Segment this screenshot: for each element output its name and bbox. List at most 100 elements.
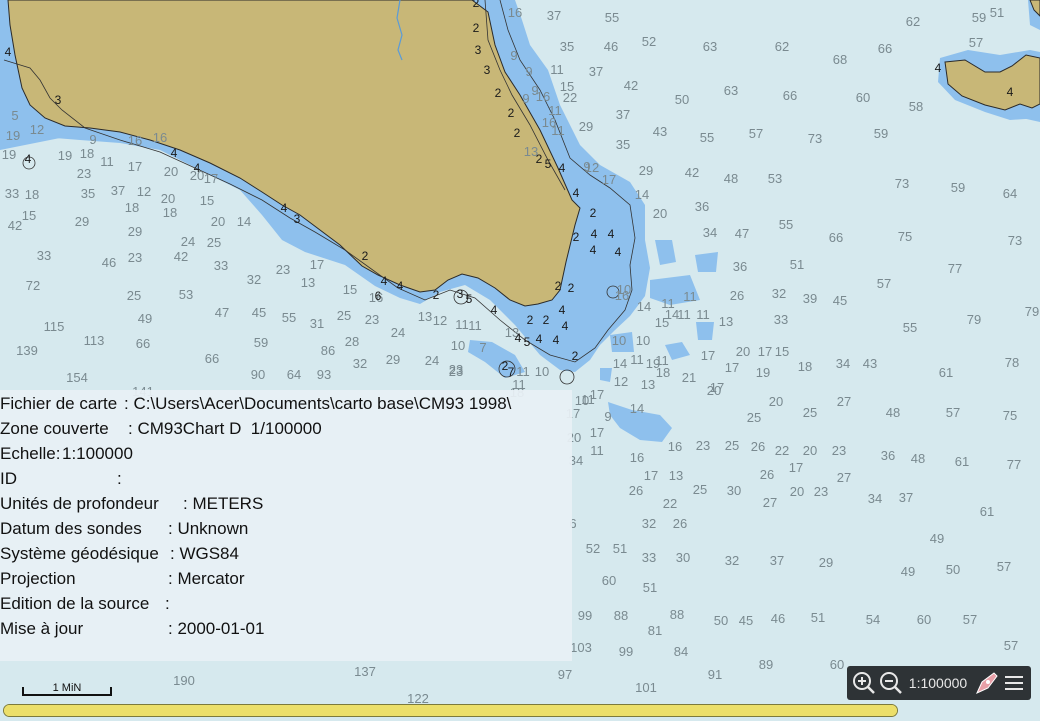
sounding-label: 18 — [25, 187, 39, 202]
sounding-label: 75 — [898, 229, 912, 244]
sounding-label: 5 — [11, 108, 18, 123]
sounding-label: 14 — [630, 401, 644, 416]
sounding-label: 7 — [479, 340, 486, 355]
sounding-label: 23 — [365, 312, 379, 327]
sounding-label: 46 — [102, 255, 116, 270]
sounding-label: 57 — [877, 276, 891, 291]
contour-depth-label: 2 — [536, 152, 543, 166]
sounding-label: 32 — [247, 272, 261, 287]
contour-depth-label: 4 — [608, 227, 615, 241]
sounding-label: 14 — [613, 356, 627, 371]
scale-readout[interactable]: 1:100000 — [905, 675, 973, 691]
chart-info-value: : Unknown — [168, 519, 249, 538]
sounding-label: 77 — [948, 261, 962, 276]
contour-depth-label: 4 — [935, 61, 942, 75]
sounding-label: 43 — [863, 356, 877, 371]
contour-depth-label: 2 — [572, 349, 579, 363]
sounding-label: 17 — [789, 460, 803, 475]
ship-icon — [975, 672, 998, 695]
sounding-label: 55 — [605, 10, 619, 25]
scale-bar-label: 1 MiN — [52, 682, 82, 694]
sounding-label: 42 — [174, 249, 188, 264]
sounding-label: 11 — [550, 62, 564, 77]
contour-depth-label: 2 — [473, 0, 480, 10]
contour-depth-label: 2 — [514, 126, 521, 140]
contour-depth-label: 4 — [573, 186, 580, 200]
sounding-label: 16 — [630, 450, 644, 465]
sounding-label: 14 — [237, 214, 251, 229]
sounding-label: 17 — [602, 172, 616, 187]
contour-depth-label: 4 — [397, 279, 404, 293]
chart-info-row: Unités de profondeur: METERS — [0, 491, 572, 516]
sounding-label: 13 — [301, 275, 315, 290]
sounding-label: 59 — [951, 180, 965, 195]
sounding-label: 89 — [759, 657, 773, 672]
sounding-label: 45 — [833, 293, 847, 308]
contour-depth-label: 4 — [194, 161, 201, 175]
menu-button[interactable] — [1000, 669, 1027, 697]
sounding-label: 57 — [969, 35, 983, 50]
sounding-label: 17 — [758, 344, 772, 359]
sounding-label: 24 — [391, 325, 405, 340]
sounding-label: 13 — [669, 468, 683, 483]
sounding-label: 25 — [693, 482, 707, 497]
chart-info-key: Unités de profondeur — [0, 494, 159, 513]
sounding-label: 49 — [901, 564, 915, 579]
zoom-in-button[interactable] — [851, 669, 878, 697]
contour-depth-label: 7 — [508, 365, 515, 379]
sounding-label: 34 — [868, 491, 882, 506]
chart-info-key: Fichier de carte — [0, 394, 118, 413]
sounding-label: 33 — [774, 312, 788, 327]
sounding-label: 99 — [578, 608, 592, 623]
sounding-label: 15 — [22, 208, 36, 223]
sounding-label: 39 — [803, 291, 817, 306]
contour-depth-label: 5 — [545, 157, 552, 171]
chart-info-key: Système géodésique — [0, 544, 159, 563]
sounding-label: 27 — [763, 495, 777, 510]
sounding-label: 29 — [386, 352, 400, 367]
sounding-label: 33 — [214, 258, 228, 273]
sounding-label: 53 — [768, 171, 782, 186]
sounding-label: 11 — [551, 123, 565, 138]
sounding-label: 72 — [26, 278, 40, 293]
shallow-water-patch-5 — [695, 252, 718, 272]
chart-info-row: Mise à jour: 2000-01-01 — [0, 616, 572, 641]
sounding-label: 25 — [207, 235, 221, 250]
sounding-label: 13 — [418, 309, 432, 324]
tracking-button[interactable] — [973, 669, 1000, 697]
contour-depth-label: 6 — [375, 289, 382, 303]
chart-toolbar: 1:100000 — [847, 666, 1031, 700]
chart-info-key: Echelle: — [0, 444, 61, 463]
sounding-label: 32 — [642, 516, 656, 531]
shallow-water-patch-8 — [600, 368, 612, 382]
sounding-label: 101 — [635, 680, 657, 695]
sounding-label: 23 — [128, 250, 142, 265]
contour-depth-label: 2 — [362, 249, 369, 263]
sounding-label: 137 — [354, 664, 376, 679]
scale-bar: 1 MiN — [22, 682, 112, 696]
sounding-label: 11 — [661, 296, 675, 311]
sounding-label: 32 — [353, 356, 367, 371]
chart-info-value: : CM93Chart D 1/100000 — [128, 419, 322, 438]
contour-depth-label: 4 — [615, 245, 622, 259]
sounding-label: 29 — [579, 119, 593, 134]
sounding-label: 79 — [1025, 304, 1039, 319]
sounding-label: 25 — [803, 405, 817, 420]
sounding-label: 27 — [837, 470, 851, 485]
sounding-label: 23 — [77, 166, 91, 181]
sounding-label: 23 — [814, 484, 828, 499]
sounding-label: 99 — [619, 644, 633, 659]
sounding-label: 9 — [89, 132, 96, 147]
sounding-label: 16 — [128, 133, 142, 148]
sounding-label: 51 — [643, 580, 657, 595]
contour-depth-label: 4 — [553, 333, 560, 347]
zoom-out-button[interactable] — [878, 669, 905, 697]
sounding-label: 59 — [972, 10, 986, 25]
sounding-label: 10 — [636, 333, 650, 348]
sounding-label: 11 — [630, 352, 644, 367]
sounding-label: 30 — [727, 483, 741, 498]
sounding-label: 12 — [30, 122, 44, 137]
sounding-label: 25 — [337, 308, 351, 323]
sounding-label: 25 — [127, 288, 141, 303]
sounding-label: 23 — [832, 443, 846, 458]
